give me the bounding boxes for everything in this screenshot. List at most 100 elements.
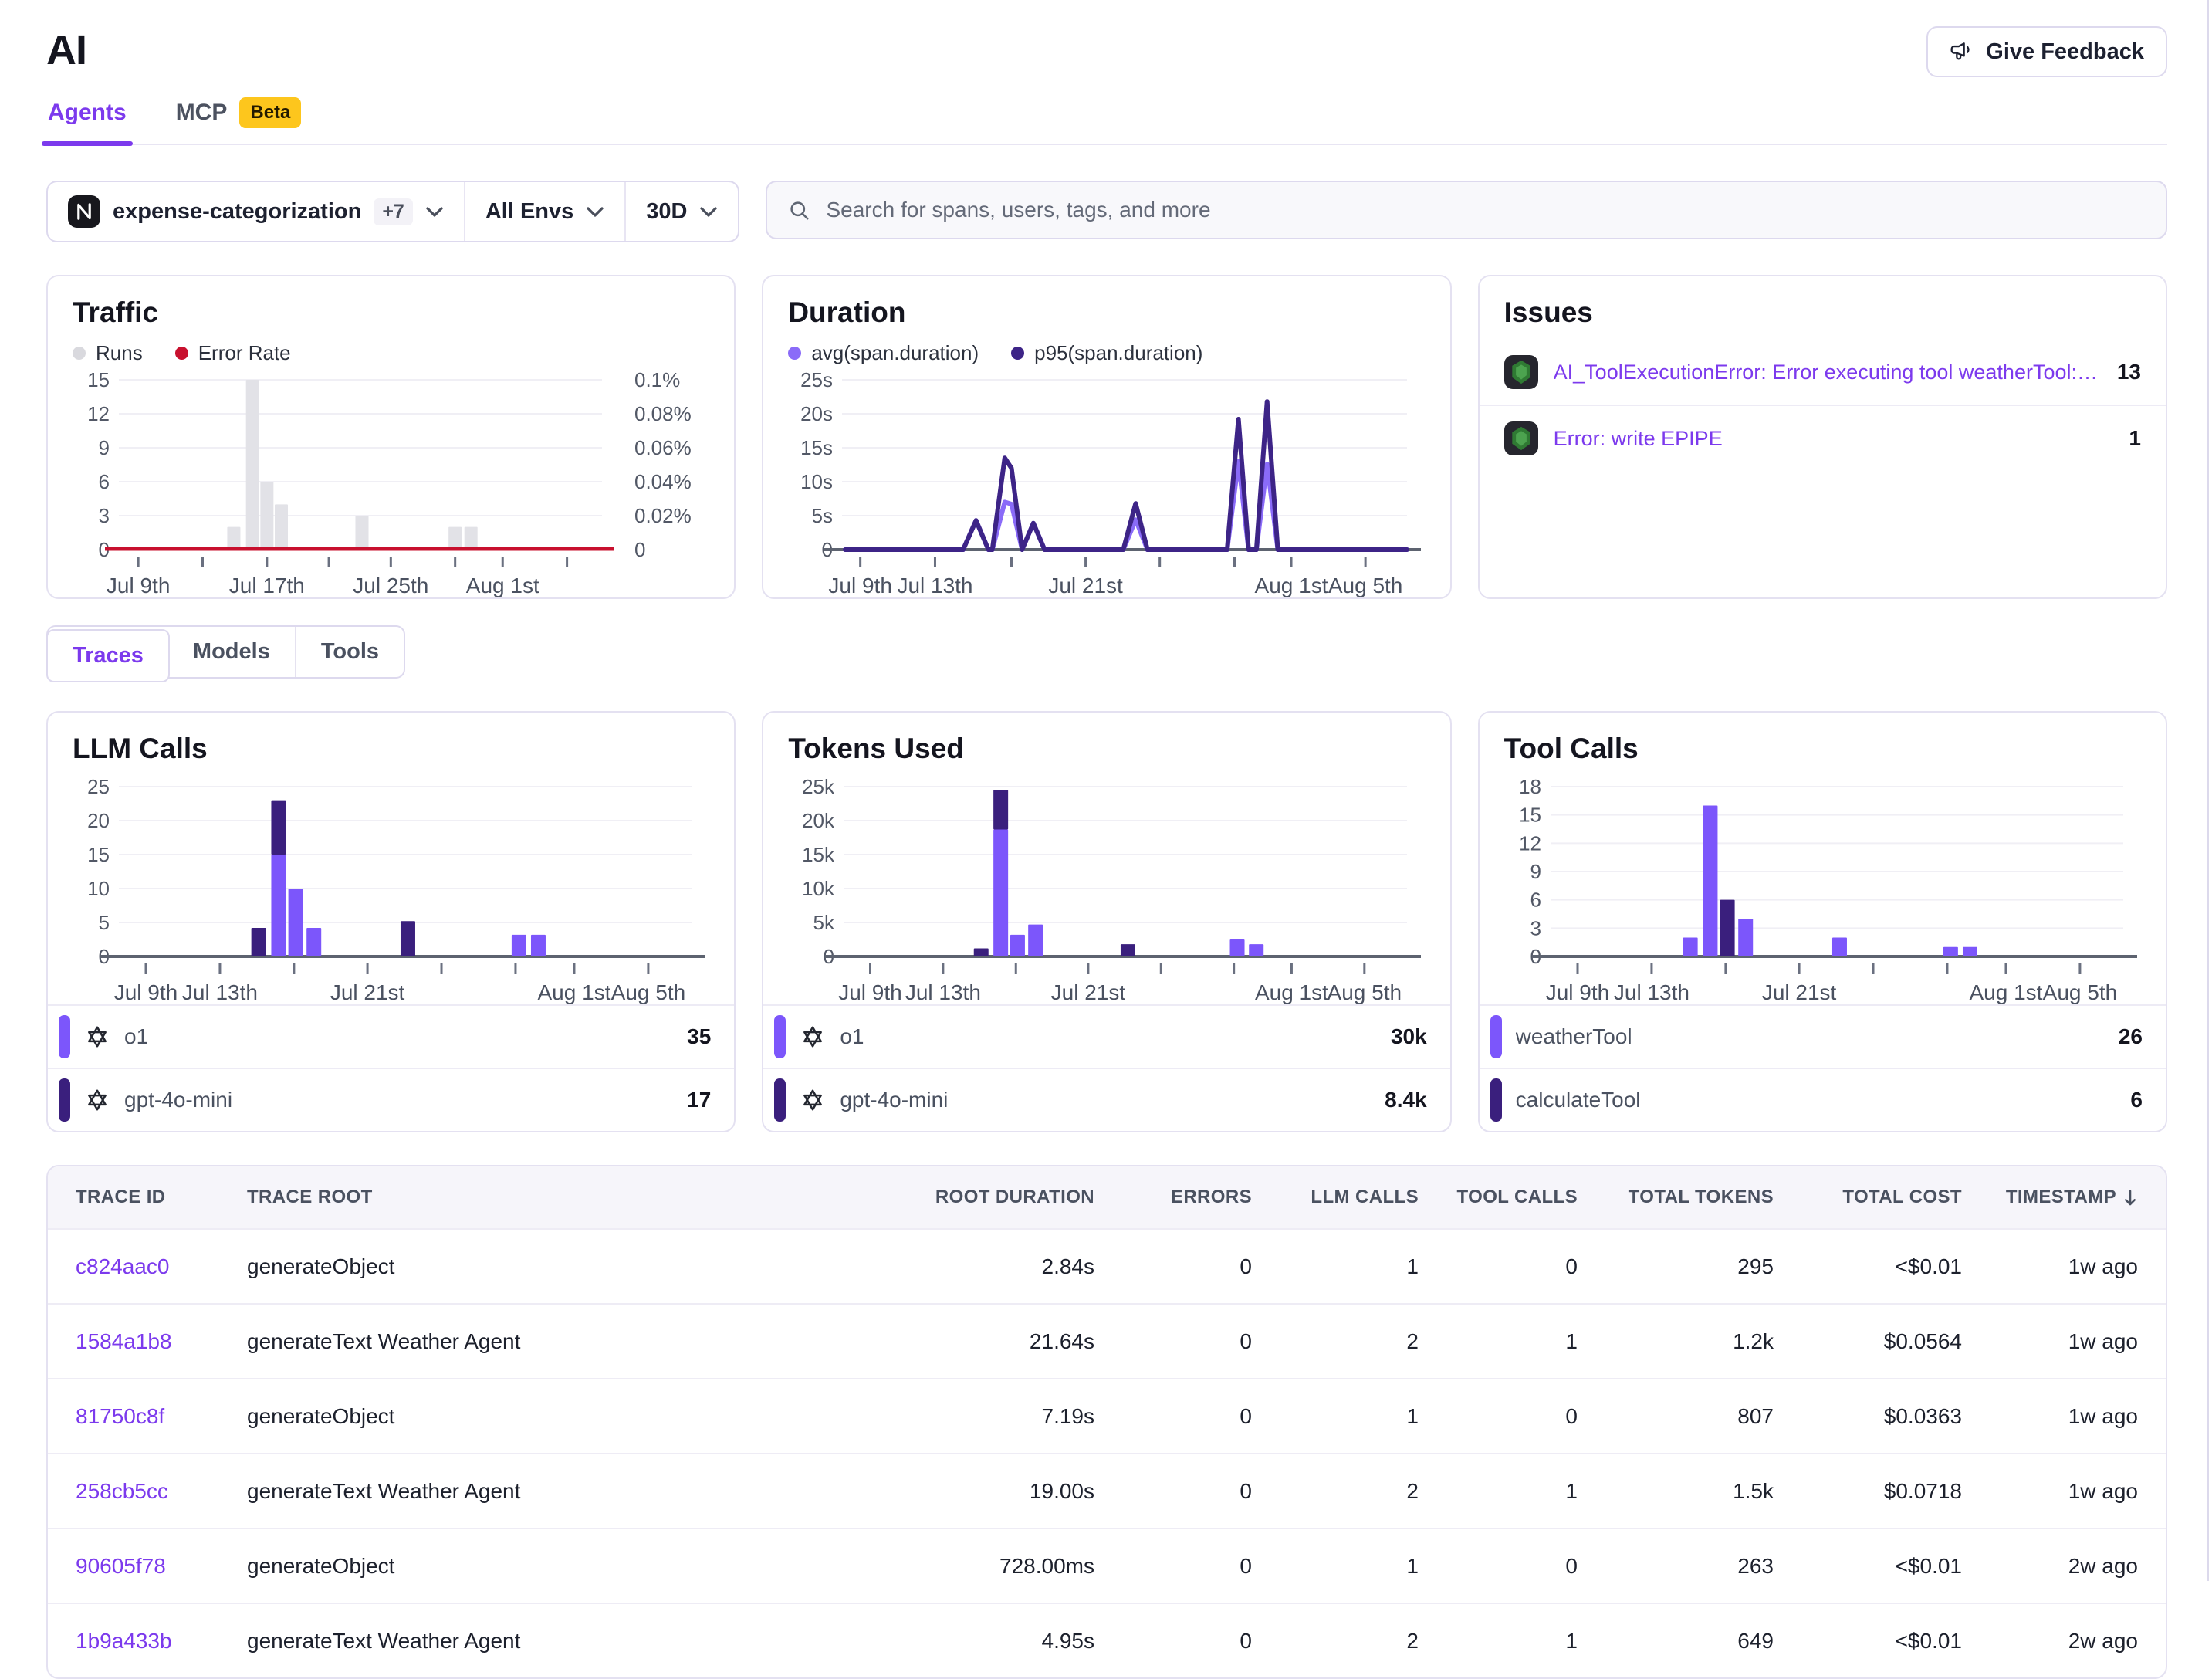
tokens-used-panel: Tokens Used 05k10k15k20k25kJul 9thJul 13… <box>762 711 1451 1132</box>
column-header-total-tokens[interactable]: TOTAL TOKENS <box>1578 1186 1774 1208</box>
legend-label: p95(span.duration) <box>1034 341 1202 365</box>
timestamp-cell[interactable]: 1w ago <box>1962 1479 2138 1504</box>
table-row[interactable]: 1b9a433bgenerateText Weather Agent4.95s0… <box>48 1603 2166 1677</box>
search-input[interactable] <box>824 197 2146 223</box>
series-value: 30k <box>1391 1024 1427 1049</box>
svg-text:9: 9 <box>99 436 110 459</box>
tab-tools[interactable]: Tools <box>296 627 404 677</box>
trace-root-cell: generateText Weather Agent <box>247 1329 878 1354</box>
trace-id-link[interactable]: 258cb5cc <box>76 1479 247 1504</box>
trace-root-cell: generateObject <box>247 1254 878 1279</box>
timestamp-cell[interactable]: 1w ago <box>1962 1404 2138 1429</box>
timestamp-cell[interactable]: 1w ago <box>1962 1329 2138 1354</box>
tab-traces[interactable]: Traces <box>46 629 170 682</box>
search-icon <box>787 198 810 222</box>
column-header-root-duration[interactable]: ROOT DURATION <box>878 1186 1094 1208</box>
series-color-swatch <box>59 1078 70 1122</box>
column-header-timestamp[interactable]: TIMESTAMP <box>1962 1186 2138 1208</box>
column-header-llm-calls[interactable]: LLM CALLS <box>1252 1186 1419 1208</box>
table-row[interactable]: 258cb5ccgenerateText Weather Agent19.00s… <box>48 1453 2166 1528</box>
tokens-used-legend: o1 30k gpt-4o-mini8.4k <box>763 1004 1449 1131</box>
issue-link[interactable]: AI_ToolExecutionError: Error executing t… <box>1554 361 2102 384</box>
llm-series-row[interactable]: gpt-4o-mini17 <box>48 1068 734 1131</box>
traffic-legend-item[interactable]: Error Rate <box>175 340 291 366</box>
trace-root-cell: generateObject <box>247 1554 878 1579</box>
tools-series-row[interactable]: calculateTool6 <box>1480 1068 2166 1131</box>
overview-panels: Traffic RunsError Rate 0030.02%60.04%90.… <box>46 275 2167 599</box>
svg-text:0.08%: 0.08% <box>634 402 692 425</box>
duration-title: Duration <box>788 296 1425 329</box>
traffic-legend: Runs Error Rate <box>73 340 709 366</box>
duration-legend-item[interactable]: avg(span.duration) <box>788 340 979 366</box>
give-feedback-button[interactable]: Give Feedback <box>1926 26 2167 77</box>
trace-id-link[interactable]: 81750c8f <box>76 1404 247 1429</box>
issue-link[interactable]: Error: write EPIPE <box>1554 427 2114 451</box>
duration-chart: 05s10s15s20s25sJul 9thJul 13thJul 21stAu… <box>788 369 1426 597</box>
trace-id-link[interactable]: 90605f78 <box>76 1554 247 1579</box>
column-header-errors[interactable]: ERRORS <box>1094 1186 1252 1208</box>
column-header-tool-calls[interactable]: TOOL CALLS <box>1419 1186 1578 1208</box>
issue-row[interactable]: AI_ToolExecutionError: Error executing t… <box>1480 340 2166 405</box>
llm-calls-chart: 0510152025Jul 9thJul 13thJul 21stAug 1st… <box>73 776 710 1004</box>
chevron-down-icon <box>699 206 718 218</box>
svg-text:Jul 9th: Jul 9th <box>839 980 903 1004</box>
tab-agents[interactable]: Agents <box>46 97 128 144</box>
tab-models[interactable]: Models <box>168 627 296 677</box>
timestamp-cell[interactable]: 2w ago <box>1962 1629 2138 1654</box>
svg-text:Jul 21st: Jul 21st <box>1761 980 1836 1004</box>
column-header-total-cost[interactable]: TOTAL COST <box>1774 1186 1962 1208</box>
duration-panel: Duration avg(span.duration) p95(span.dura… <box>762 275 1451 599</box>
svg-text:Aug 5th: Aug 5th <box>2042 980 2117 1004</box>
table-row[interactable]: c824aac0generateObject2.84s010295<$0.011… <box>48 1228 2166 1303</box>
tool-calls-cell: 0 <box>1419 1254 1578 1279</box>
series-value: 8.4k <box>1385 1088 1427 1112</box>
timestamp-cell[interactable]: 1w ago <box>1962 1254 2138 1279</box>
project-filter[interactable]: expense-categorization +7 <box>48 182 464 241</box>
series-color-swatch <box>1490 1015 1502 1058</box>
tokens-series-row[interactable]: gpt-4o-mini8.4k <box>763 1068 1449 1131</box>
table-row[interactable]: 81750c8fgenerateObject7.19s010807$0.0363… <box>48 1378 2166 1453</box>
tool-calls-cell: 1 <box>1419 1629 1578 1654</box>
issue-row[interactable]: Error: write EPIPE1 <box>1480 405 2166 471</box>
search-bar <box>766 181 2167 239</box>
trace-id-link[interactable]: 1584a1b8 <box>76 1329 247 1354</box>
total-cost-cell: <$0.01 <box>1774 1629 1962 1654</box>
svg-text:20: 20 <box>87 809 110 832</box>
series-label: o1 <box>840 1024 1377 1049</box>
svg-text:25s: 25s <box>800 369 833 391</box>
table-row[interactable]: 90605f78generateObject728.00ms010263<$0.… <box>48 1528 2166 1603</box>
tab-traces-label: Traces <box>73 643 144 668</box>
trace-root-cell: generateObject <box>247 1404 878 1429</box>
duration-legend-item[interactable]: p95(span.duration) <box>1011 340 1202 366</box>
date-range-filter[interactable]: 30D <box>624 182 738 241</box>
scrollbar-track[interactable] <box>2207 0 2209 1581</box>
legend-dot <box>1011 347 1024 360</box>
traffic-legend-item[interactable]: Runs <box>73 340 143 366</box>
trace-id-link[interactable]: 1b9a433b <box>76 1629 247 1654</box>
svg-text:15: 15 <box>1519 804 1541 827</box>
trace-id-link[interactable]: c824aac0 <box>76 1254 247 1279</box>
tool-calls-title: Tool Calls <box>1504 733 2141 765</box>
legend-label: Runs <box>96 341 143 365</box>
chevron-down-icon <box>586 206 604 218</box>
total-tokens-cell: 263 <box>1578 1554 1774 1579</box>
llm-calls-cell: 2 <box>1252 1629 1419 1654</box>
table-row[interactable]: 1584a1b8generateText Weather Agent21.64s… <box>48 1303 2166 1378</box>
tokens-series-row[interactable]: o1 30k <box>763 1004 1449 1068</box>
column-header-trace-id[interactable]: TRACE ID <box>76 1186 247 1208</box>
tokens-used-title: Tokens Used <box>788 733 1425 765</box>
tab-mcp[interactable]: MCP Beta <box>174 97 303 144</box>
series-label: o1 <box>124 1024 673 1049</box>
llm-series-row[interactable]: o1 35 <box>48 1004 734 1068</box>
tab-agents-label: Agents <box>48 100 127 126</box>
timestamp-cell[interactable]: 2w ago <box>1962 1554 2138 1579</box>
openai-icon <box>84 1087 110 1113</box>
tools-series-row[interactable]: weatherTool26 <box>1480 1004 2166 1068</box>
env-filter[interactable]: All Envs <box>464 182 624 241</box>
topbar: AI Give Feedback <box>46 0 2167 77</box>
series-value: 35 <box>687 1024 711 1049</box>
svg-text:5k: 5k <box>813 911 835 934</box>
column-header-trace-root[interactable]: TRACE ROOT <box>247 1186 878 1208</box>
openai-icon <box>800 1087 826 1113</box>
svg-text:0.04%: 0.04% <box>634 470 692 493</box>
